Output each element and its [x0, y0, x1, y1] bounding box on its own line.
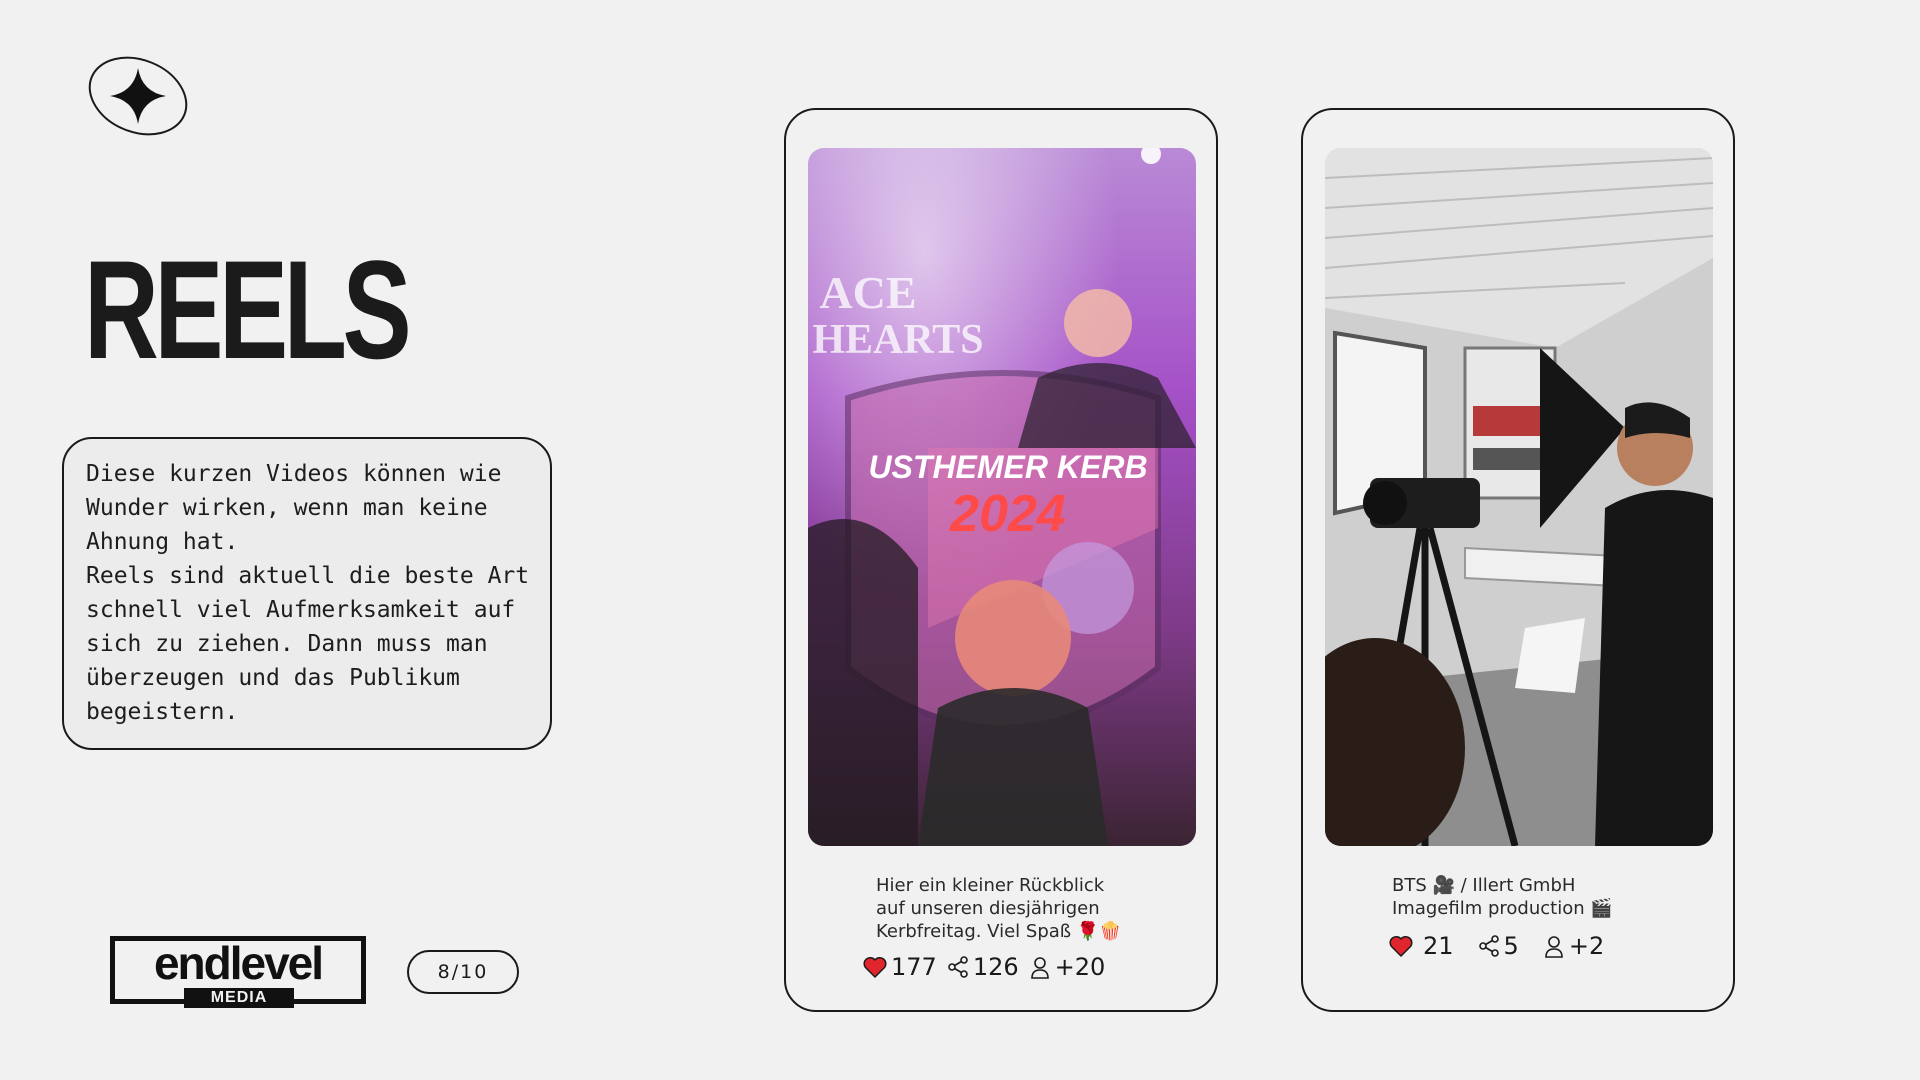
description-line: schnell viel Aufmerksamkeit auf — [86, 597, 516, 623]
description-line: Diese kurzen Videos können wie — [86, 461, 502, 487]
reel-overlay-logo-bottom: HEARTS — [812, 317, 983, 363]
reel-overlay-year: 2024 — [949, 485, 1066, 543]
description-line: begeistern. — [86, 699, 239, 725]
reel-image-bts — [1325, 148, 1713, 846]
collab-count: +20 — [1054, 953, 1106, 981]
reel-stats: 21 5 +2 — [1389, 932, 1604, 960]
like-count: 21 — [1423, 932, 1454, 960]
share-count: 126 — [972, 953, 1019, 981]
heart-icon — [863, 956, 887, 978]
description-line: Wunder wirken, wenn man keine — [86, 495, 488, 521]
reel-card-bts[interactable]: BTS 🎥 / Illert GmbH Imagefilm production… — [1301, 108, 1735, 1012]
collab-stat[interactable]: +20 — [1029, 953, 1106, 981]
reel-stats: 177 126 +20 — [863, 953, 1105, 981]
description-line: Ahnung hat. — [86, 529, 239, 555]
like-stat[interactable]: 21 — [1389, 932, 1454, 960]
reel-thumbnail-kerb[interactable]: USTHEMER KERB 2024 ACE HEARTS — [808, 148, 1196, 846]
caption-line: Hier ein kleiner Rückblick — [876, 875, 1105, 896]
description-line: überzeugen und das Publikum — [86, 665, 460, 691]
page-indicator: 8/10 — [407, 950, 519, 994]
caption-line: Imagefilm production 🎬 — [1392, 898, 1613, 919]
reel-overlay-text: USTHEMER KERB — [868, 449, 1147, 485]
heart-icon — [1389, 935, 1413, 957]
reel-overlay-logo-top: ACE — [819, 267, 916, 318]
caption-line: auf unseren diesjährigen — [876, 898, 1100, 919]
collab-count: +2 — [1568, 932, 1605, 960]
share-stat[interactable]: 126 — [947, 953, 1019, 981]
brand-logo-sub: MEDIA — [184, 988, 294, 1008]
description-line: sich zu ziehen. Dann muss man — [86, 631, 488, 657]
person-icon — [1545, 936, 1563, 958]
description-line: Reels sind aktuell die beste Art — [86, 563, 530, 589]
brand-logo-word: endlevel — [153, 937, 324, 989]
share-stat[interactable]: 5 — [1478, 932, 1519, 960]
reel-thumbnail-bts[interactable] — [1325, 148, 1713, 846]
share-count: 5 — [1503, 932, 1519, 960]
reel-caption: BTS 🎥 / Illert GmbH Imagefilm production… — [1392, 874, 1613, 920]
caption-line: BTS 🎥 / Illert GmbH — [1392, 875, 1576, 896]
collab-stat[interactable]: +2 — [1543, 932, 1604, 960]
brand-logo: endlevel MEDIA — [110, 936, 366, 1008]
four-point-star-icon — [88, 56, 188, 136]
person-icon — [1030, 957, 1049, 979]
like-stat[interactable]: 177 — [863, 953, 937, 981]
like-count: 177 — [891, 953, 937, 981]
caption-line: Kerbfreitag. Viel Spaß 🌹🍿 — [876, 921, 1122, 942]
reel-caption: Hier ein kleiner Rückblick auf unseren d… — [876, 874, 1122, 943]
share-icon — [948, 956, 968, 978]
share-icon — [1478, 935, 1499, 957]
description-box: Diese kurzen Videos können wie Wunder wi… — [62, 437, 552, 750]
page-title: REELS — [84, 231, 412, 388]
reel-card-kerb[interactable]: USTHEMER KERB 2024 ACE HEARTS Hier ein k… — [784, 108, 1218, 1012]
reel-image-kerb: USTHEMER KERB 2024 ACE HEARTS — [808, 148, 1196, 846]
